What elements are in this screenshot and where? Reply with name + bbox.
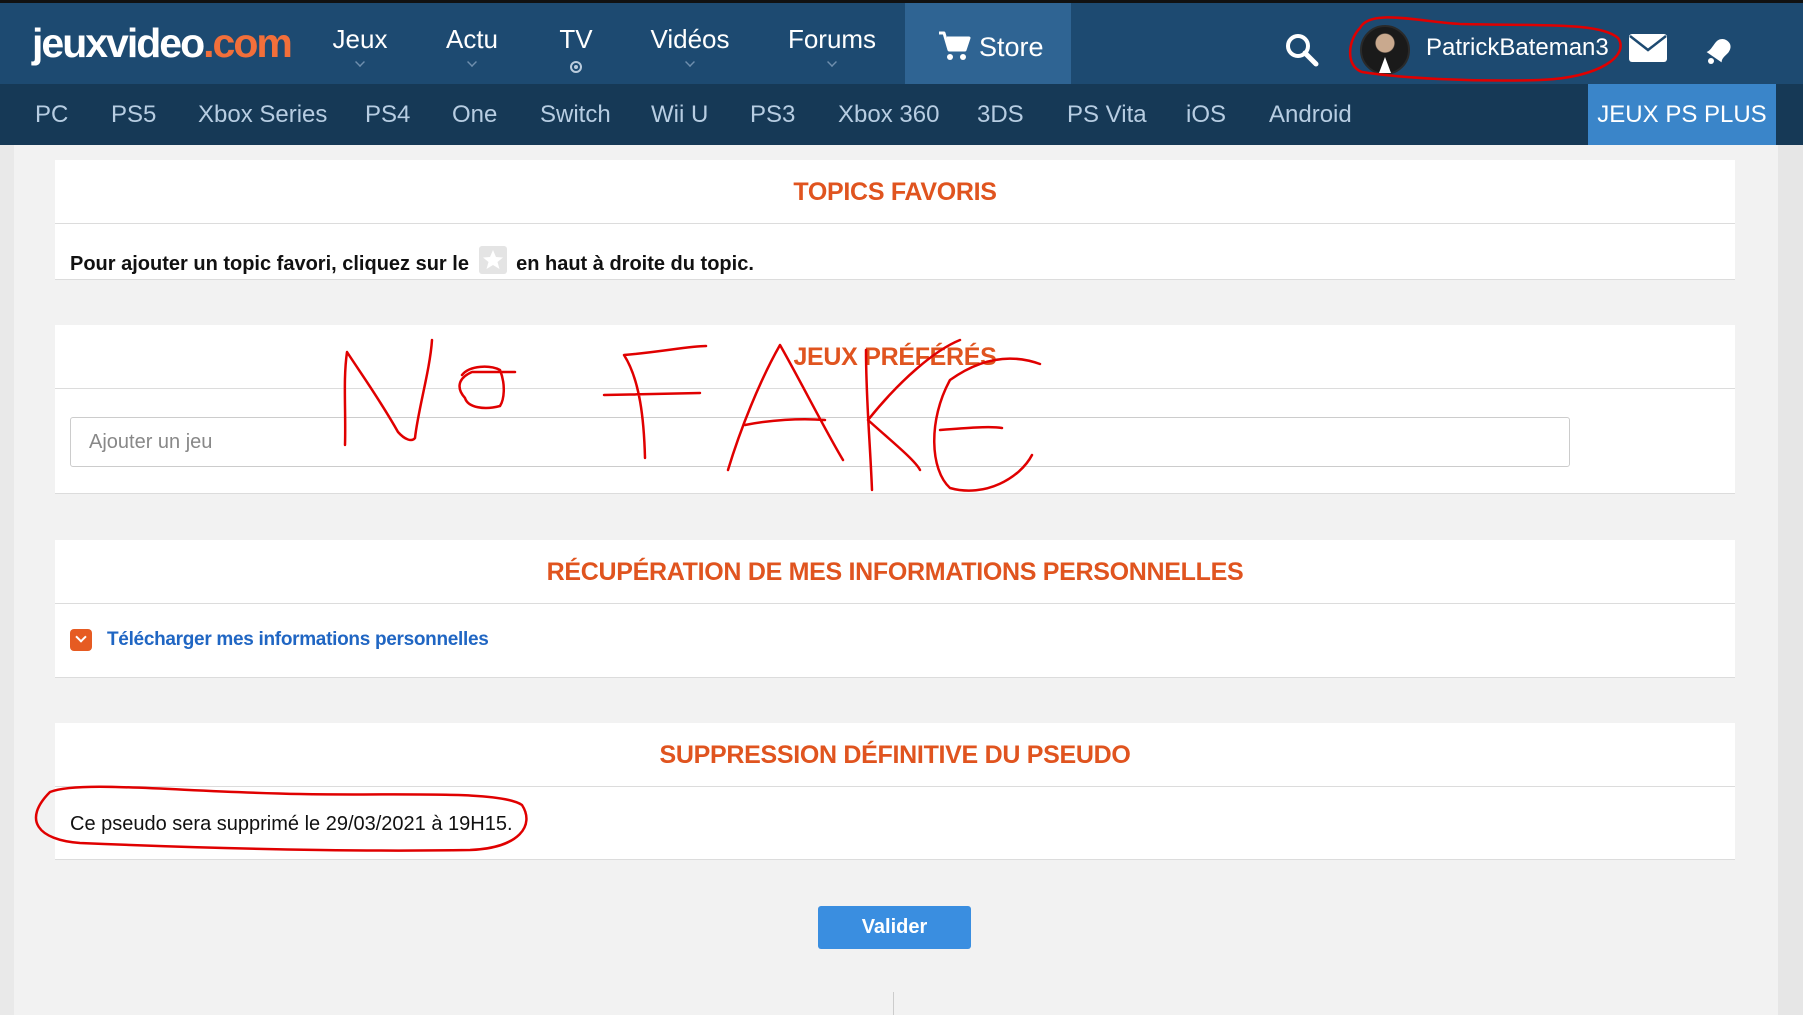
download-icon[interactable] [70, 629, 92, 651]
platform-3ds[interactable]: 3DS [977, 101, 1024, 129]
platform-android[interactable]: Android [1269, 101, 1352, 129]
divider [893, 992, 894, 1015]
nav-actu-label: Actu [445, 24, 499, 54]
user-account-menu[interactable]: PatrickBateman3 [1358, 25, 1618, 75]
favorites-card: TOPICS FAVORIS Pour ajouter un topic fav… [55, 160, 1735, 280]
search-icon[interactable] [1284, 32, 1320, 68]
platform-ps5[interactable]: PS5 [111, 101, 156, 129]
account-deletion-title: SUPPRESSION DÉFINITIVE DU PSEUDO [55, 723, 1735, 787]
platform-ios[interactable]: iOS [1186, 101, 1226, 129]
nav-videos[interactable]: Vidéos [640, 3, 740, 84]
add-game-input[interactable] [70, 417, 1570, 467]
favorites-title: TOPICS FAVORIS [55, 160, 1735, 224]
favorites-help-text: Pour ajouter un topic favori, cliquez su… [70, 246, 754, 276]
site-logo[interactable]: jeuxvideo.com [32, 20, 293, 66]
chevron-down-icon [827, 57, 837, 67]
platform-ps-vita[interactable]: PS Vita [1067, 101, 1147, 129]
nav-forums[interactable]: Forums [780, 3, 884, 84]
cart-icon [939, 31, 971, 60]
username: PatrickBateman3 [1426, 34, 1609, 61]
page-edge [1778, 145, 1803, 1015]
personal-data-title: RÉCUPÉRATION DE MES INFORMATIONS PERSONN… [55, 540, 1735, 604]
store-button[interactable]: Store [905, 3, 1071, 84]
platform-ps3[interactable]: PS3 [750, 101, 795, 129]
live-radio-icon [570, 61, 582, 73]
preferred-games-title: JEUX PRÉFÉRÉS [55, 325, 1735, 389]
platform-switch[interactable]: Switch [540, 101, 611, 129]
star-icon [478, 246, 507, 274]
nav-videos-label: Vidéos [650, 24, 730, 54]
nav-jeux-label: Jeux [332, 24, 388, 54]
platform-xbox-360[interactable]: Xbox 360 [838, 101, 939, 129]
chevron-down-icon [467, 57, 477, 67]
nav-actu[interactable]: Actu [432, 3, 512, 84]
top-navigation: jeuxvideo.com Jeux Actu TV Vidéos Forums… [0, 0, 1803, 84]
submit-button[interactable]: Valider [818, 906, 971, 949]
platform-pc[interactable]: PC [35, 101, 68, 129]
store-label: Store [979, 32, 1044, 62]
platform-one[interactable]: One [452, 101, 497, 129]
chevron-down-icon [685, 57, 695, 67]
nav-jeux[interactable]: Jeux [318, 3, 402, 84]
chevron-down-icon [355, 57, 365, 67]
personal-data-card: RÉCUPÉRATION DE MES INFORMATIONS PERSONN… [55, 540, 1735, 678]
ps-plus-games-button[interactable]: JEUX PS PLUS [1588, 84, 1776, 145]
account-deletion-card: SUPPRESSION DÉFINITIVE DU PSEUDO Ce pseu… [55, 723, 1735, 860]
avatar [1360, 25, 1410, 75]
platform-xbox-series[interactable]: Xbox Series [198, 101, 327, 129]
nav-tv-label: TV [559, 24, 593, 54]
platform-ps4[interactable]: PS4 [365, 101, 410, 129]
nav-tv[interactable]: TV [546, 3, 606, 84]
preferred-games-card: JEUX PRÉFÉRÉS [55, 325, 1735, 494]
platform-bar: PC PS5 Xbox Series PS4 One Switch Wii U … [0, 84, 1803, 145]
deletion-date-text: Ce pseudo sera supprimé le 29/03/2021 à … [70, 813, 513, 835]
platform-wii-u[interactable]: Wii U [651, 101, 708, 129]
mail-icon[interactable] [1628, 33, 1668, 63]
download-personal-data-link[interactable]: Télécharger mes informations personnelle… [107, 629, 489, 651]
notification-bell-icon[interactable] [1701, 31, 1737, 67]
nav-forums-label: Forums [787, 24, 877, 54]
